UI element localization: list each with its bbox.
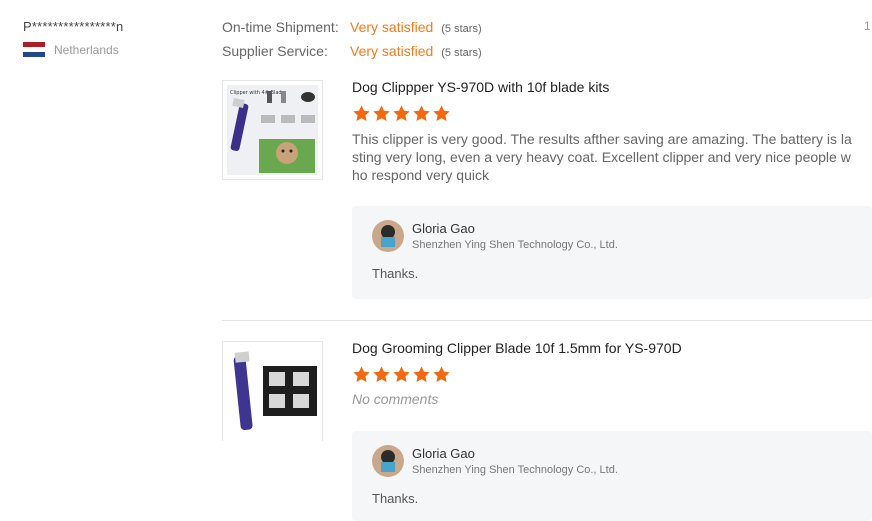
avatar xyxy=(372,445,404,477)
product-title-link[interactable]: Dog Grooming Clipper Blade 10f 1.5mm for… xyxy=(352,340,872,356)
buyer-country: Netherlands xyxy=(23,42,123,57)
clipper-blades-product-image-icon[interactable] xyxy=(222,341,323,441)
netherlands-flag-icon xyxy=(23,42,45,57)
reply-company-name: Shenzhen Ying Shen Technology Co., Ltd. xyxy=(412,239,618,251)
reply-author-name: Gloria Gao xyxy=(412,221,475,236)
star-icon xyxy=(393,105,410,122)
supplier-ratings: On-time Shipment: Very satisfied (5 star… xyxy=(222,19,482,67)
star-icon xyxy=(413,366,430,383)
buyer-info: P****************n Netherlands xyxy=(23,19,123,57)
reply-text: Thanks. xyxy=(372,491,419,506)
review-item: Dog Grooming Clipper Blade 10f 1.5mm for… xyxy=(222,340,872,521)
review-text: This clipper is very good. The results a… xyxy=(352,131,852,183)
buyer-name: P****************n xyxy=(23,19,124,34)
rating-stars-text: (5 stars) xyxy=(441,23,482,35)
review-text: No comments xyxy=(352,391,439,407)
star-icon xyxy=(353,105,370,122)
star-icon xyxy=(433,366,450,383)
clipper-kit-product-image-icon[interactable]: Clipper with 4# Blade xyxy=(222,80,323,180)
review-divider xyxy=(222,320,872,321)
supplier-reply: Gloria Gao Shenzhen Ying Shen Technology… xyxy=(352,206,872,299)
page-number: 1 xyxy=(864,19,871,33)
rating-label: Supplier Service: xyxy=(222,43,328,59)
star-icon xyxy=(353,366,370,383)
star-icon xyxy=(413,105,430,122)
star-icon xyxy=(433,105,450,122)
rating-row-service: Supplier Service: Very satisfied (5 star… xyxy=(222,43,482,67)
rating-row-shipment: On-time Shipment: Very satisfied (5 star… xyxy=(222,19,482,43)
rating-value: Very satisfied xyxy=(350,43,434,59)
supplier-reply: Gloria Gao Shenzhen Ying Shen Technology… xyxy=(352,431,872,521)
star-icon xyxy=(373,105,390,122)
country-name: Netherlands xyxy=(54,42,119,57)
star-icon xyxy=(393,366,410,383)
star-icon xyxy=(373,366,390,383)
rating-label: On-time Shipment: xyxy=(222,19,339,35)
product-title-link[interactable]: Dog Clippper YS-970D with 10f blade kits xyxy=(352,79,872,95)
review-item: Clipper with 4# Blade Dog Clippper YS-97… xyxy=(222,79,872,310)
review-rating-stars xyxy=(352,365,872,385)
rating-stars-text: (5 stars) xyxy=(441,47,482,59)
rating-value: Very satisfied xyxy=(350,19,434,35)
avatar xyxy=(372,220,404,252)
review-body: Dog Clippper YS-970D with 10f blade kits… xyxy=(352,79,872,184)
thumb-caption: Clipper with 4# Blade xyxy=(230,90,285,96)
review-body: Dog Grooming Clipper Blade 10f 1.5mm for… xyxy=(352,340,872,407)
reply-text: Thanks. xyxy=(372,266,419,281)
reply-company-name: Shenzhen Ying Shen Technology Co., Ltd. xyxy=(412,464,618,476)
review-rating-stars xyxy=(352,104,872,124)
reply-author-name: Gloria Gao xyxy=(412,446,475,461)
